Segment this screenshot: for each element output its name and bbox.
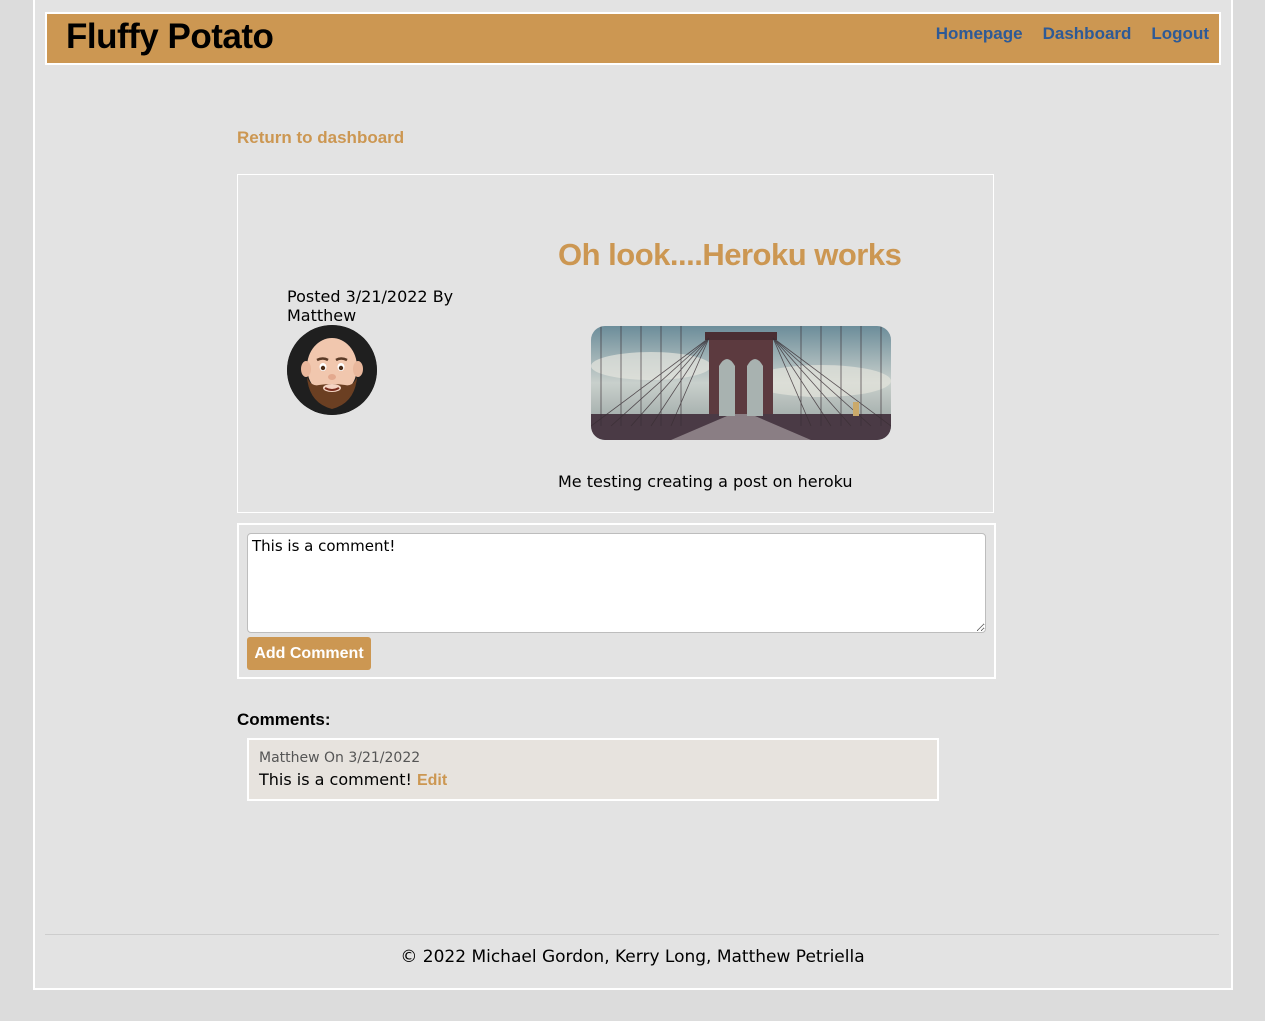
comment-textarea[interactable]: This is a comment!	[247, 533, 986, 633]
comment-text-row: This is a comment! Edit	[259, 770, 447, 790]
top-header: Fluffy Potato Homepage Dashboard Logout	[45, 12, 1221, 65]
comment-edit-link[interactable]: Edit	[417, 772, 447, 789]
comments-heading: Comments:	[237, 710, 331, 729]
post-image	[591, 326, 891, 440]
return-to-dashboard-link[interactable]: Return to dashboard	[237, 128, 404, 148]
brooklyn-bridge-photo-icon	[591, 326, 891, 440]
author-avatar	[287, 325, 377, 415]
footer-divider	[45, 934, 1219, 935]
brand-title: Fluffy Potato	[66, 17, 274, 56]
comment-text: This is a comment!	[259, 770, 412, 789]
nav-homepage[interactable]: Homepage	[936, 24, 1023, 44]
post-card: Posted 3/21/2022 By Matthew Oh look....H…	[237, 174, 994, 513]
nav-dashboard[interactable]: Dashboard	[1043, 24, 1132, 44]
nav-logout[interactable]: Logout	[1151, 24, 1209, 44]
comment-item: Matthew On 3/21/2022 This is a comment! E…	[247, 738, 939, 801]
post-title: Oh look....Heroku works	[558, 237, 902, 272]
comment-meta: Matthew On 3/21/2022	[259, 750, 421, 766]
post-body: Me testing creating a post on heroku	[558, 472, 853, 491]
avatar-icon	[287, 325, 377, 415]
add-comment-button[interactable]: Add Comment	[247, 637, 371, 670]
post-meta: Posted 3/21/2022 By Matthew	[287, 287, 454, 325]
footer-copyright: © 2022 Michael Gordon, Kerry Long, Matth…	[400, 947, 865, 967]
main-nav: Homepage Dashboard Logout	[936, 24, 1209, 44]
comment-form: This is a comment! Add Comment	[237, 523, 996, 679]
